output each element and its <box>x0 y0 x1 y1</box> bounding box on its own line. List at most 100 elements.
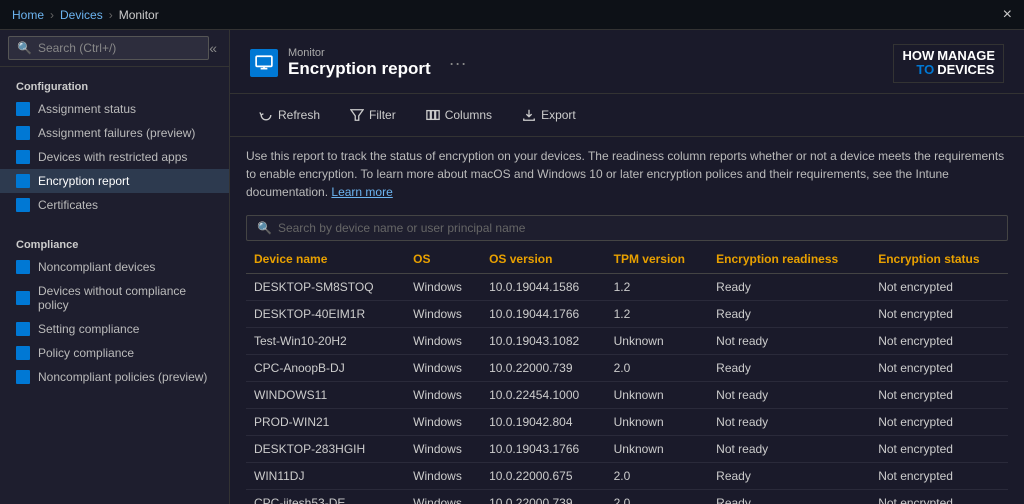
info-text: Use this report to track the status of e… <box>230 137 1024 209</box>
sidebar-item-noncompliant-devices[interactable]: Noncompliant devices <box>0 255 229 279</box>
export-icon <box>522 108 536 122</box>
cell-os: Windows <box>405 462 481 489</box>
col-header-encryption-readiness[interactable]: Encryption readiness <box>708 245 870 274</box>
sidebar-item-assignment-failures[interactable]: Assignment failures (preview) <box>0 121 229 145</box>
filter-icon <box>350 108 364 122</box>
cell-os_version: 10.0.22000.739 <box>481 354 606 381</box>
filter-label: Filter <box>369 108 396 122</box>
nav-icon-devices-without-policy <box>16 291 30 305</box>
refresh-label: Refresh <box>278 108 320 122</box>
sidebar-search-input[interactable] <box>38 41 200 55</box>
breadcrumb-sep1: › <box>50 8 54 22</box>
search-icon: 🔍 <box>17 41 32 55</box>
col-header-tpm-version[interactable]: TPM version <box>606 245 709 274</box>
nav-section-compliance: Compliance Noncompliant devices Devices … <box>0 225 229 397</box>
refresh-icon <box>259 108 273 122</box>
cell-encryption_readiness: Ready <box>708 462 870 489</box>
nav-icon-certificates <box>16 198 30 212</box>
nav-section-configuration: Configuration Assignment status Assignme… <box>0 67 229 225</box>
sidebar-item-restricted-apps[interactable]: Devices with restricted apps <box>0 145 229 169</box>
nav-label-devices-without-policy: Devices without compliance policy <box>38 284 213 312</box>
breadcrumb-sep2: › <box>109 8 113 22</box>
cell-tpm_version: 2.0 <box>606 489 709 504</box>
cell-os_version: 10.0.22000.675 <box>481 462 606 489</box>
sidebar-item-noncompliant-policies[interactable]: Noncompliant policies (preview) <box>0 365 229 389</box>
cell-device_name: DESKTOP-SM8STOQ <box>246 273 405 300</box>
sidebar-item-certificates[interactable]: Certificates <box>0 193 229 217</box>
nav-label-setting-compliance: Setting compliance <box>38 322 139 336</box>
devices-table: Device name OS OS version TPM version En… <box>246 245 1008 504</box>
sidebar-item-devices-without-policy[interactable]: Devices without compliance policy <box>0 279 229 317</box>
cell-tpm_version: 1.2 <box>606 273 709 300</box>
cell-os: Windows <box>405 300 481 327</box>
cell-device_name: WIN11DJ <box>246 462 405 489</box>
cell-os_version: 10.0.22000.739 <box>481 489 606 504</box>
header-ellipsis[interactable]: ··· <box>449 53 467 74</box>
nav-icon-noncompliant-devices <box>16 260 30 274</box>
logo-manage: MANAGE <box>937 49 995 63</box>
nav-label-noncompliant-devices: Noncompliant devices <box>38 260 155 274</box>
col-header-encryption-status[interactable]: Encryption status <box>870 245 1008 274</box>
table-row[interactable]: DESKTOP-40EIM1RWindows10.0.19044.17661.2… <box>246 300 1008 327</box>
table-row[interactable]: WINDOWS11Windows10.0.22454.1000UnknownNo… <box>246 381 1008 408</box>
cell-os: Windows <box>405 273 481 300</box>
cell-encryption_readiness: Not ready <box>708 435 870 462</box>
breadcrumb-devices[interactable]: Devices <box>60 8 103 22</box>
nav-label-restricted-apps: Devices with restricted apps <box>38 150 187 164</box>
col-header-os-version[interactable]: OS version <box>481 245 606 274</box>
table-row[interactable]: PROD-WIN21Windows10.0.19042.804UnknownNo… <box>246 408 1008 435</box>
cell-os_version: 10.0.19044.1766 <box>481 300 606 327</box>
sidebar-item-setting-compliance[interactable]: Setting compliance <box>0 317 229 341</box>
cell-os: Windows <box>405 354 481 381</box>
cell-encryption_readiness: Ready <box>708 489 870 504</box>
learn-more-link[interactable]: Learn more <box>331 185 392 199</box>
cell-encryption_status: Not encrypted <box>870 408 1008 435</box>
sidebar-item-encryption-report[interactable]: Encryption report <box>0 169 229 193</box>
cell-os_version: 10.0.19043.1766 <box>481 435 606 462</box>
col-header-os[interactable]: OS <box>405 245 481 274</box>
filter-button[interactable]: Filter <box>337 102 409 128</box>
refresh-button[interactable]: Refresh <box>246 102 333 128</box>
cell-tpm_version: 2.0 <box>606 462 709 489</box>
table-search-icon: 🔍 <box>257 221 272 235</box>
columns-button[interactable]: Columns <box>413 102 505 128</box>
nav-icon-assignment-failures <box>16 126 30 140</box>
cell-device_name: CPC-jitesh53-DE <box>246 489 405 504</box>
logo-devices: DEVICES <box>937 63 995 77</box>
table-row[interactable]: DESKTOP-SM8STOQWindows10.0.19044.15861.2… <box>246 273 1008 300</box>
cell-tpm_version: Unknown <box>606 408 709 435</box>
table-container[interactable]: Device name OS OS version TPM version En… <box>230 245 1024 504</box>
export-label: Export <box>541 108 576 122</box>
nav-icon-policy-compliance <box>16 346 30 360</box>
cell-device_name: WINDOWS11 <box>246 381 405 408</box>
cell-device_name: DESKTOP-40EIM1R <box>246 300 405 327</box>
cell-device_name: Test-Win10-20H2 <box>246 327 405 354</box>
cell-os: Windows <box>405 327 481 354</box>
table-row[interactable]: WIN11DJWindows10.0.22000.6752.0ReadyNot … <box>246 462 1008 489</box>
nav-label-assignment-status: Assignment status <box>38 102 136 116</box>
cell-os: Windows <box>405 381 481 408</box>
main-content: Monitor Encryption report ··· HOW TO MAN… <box>230 30 1024 504</box>
cell-os_version: 10.0.19043.1082 <box>481 327 606 354</box>
logo-to: TO <box>916 63 934 77</box>
close-button[interactable]: × <box>1003 6 1012 24</box>
sidebar-item-policy-compliance[interactable]: Policy compliance <box>0 341 229 365</box>
nav-icon-assignment-status <box>16 102 30 116</box>
col-header-device-name[interactable]: Device name <box>246 245 405 274</box>
nav-section-title-configuration: Configuration <box>0 75 229 97</box>
breadcrumb-home[interactable]: Home <box>12 8 44 22</box>
export-button[interactable]: Export <box>509 102 589 128</box>
cell-encryption_readiness: Not ready <box>708 381 870 408</box>
cell-os_version: 10.0.19042.804 <box>481 408 606 435</box>
header-title: Encryption report <box>288 59 431 79</box>
table-row[interactable]: CPC-jitesh53-DEWindows10.0.22000.7392.0R… <box>246 489 1008 504</box>
sidebar-collapse-button[interactable]: « <box>209 40 217 56</box>
cell-encryption_readiness: Ready <box>708 300 870 327</box>
table-search-input[interactable] <box>278 221 997 235</box>
table-row[interactable]: CPC-AnoopB-DJWindows10.0.22000.7392.0Rea… <box>246 354 1008 381</box>
table-row[interactable]: DESKTOP-283HGIHWindows10.0.19043.1766Unk… <box>246 435 1008 462</box>
sidebar-item-assignment-status[interactable]: Assignment status <box>0 97 229 121</box>
table-row[interactable]: Test-Win10-20H2Windows10.0.19043.1082Unk… <box>246 327 1008 354</box>
nav-label-encryption-report: Encryption report <box>38 174 129 188</box>
cell-os: Windows <box>405 408 481 435</box>
